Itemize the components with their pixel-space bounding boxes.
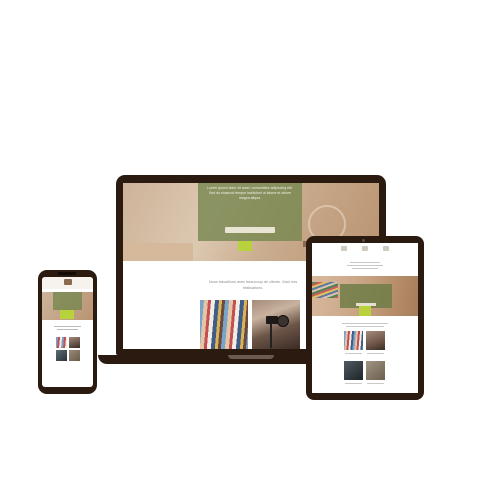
tablet-text-line bbox=[367, 383, 384, 384]
tablet-green-accent bbox=[359, 306, 371, 316]
phone-photo[interactable] bbox=[69, 337, 80, 348]
laptop-notch bbox=[228, 355, 274, 359]
tablet-camera bbox=[362, 239, 365, 242]
tablet-photo[interactable] bbox=[366, 331, 385, 350]
phone-speaker bbox=[58, 272, 76, 275]
phone-photo[interactable] bbox=[56, 350, 67, 361]
tablet-nav-item[interactable] bbox=[334, 245, 354, 259]
tablet-text-line bbox=[345, 383, 362, 384]
laptop-hero-text: Lorem ipsum dolor sit amet, consectetur … bbox=[207, 186, 293, 201]
laptop-hero-cards-image bbox=[123, 243, 193, 261]
phone-logo bbox=[64, 279, 72, 285]
tablet-text-line bbox=[350, 262, 380, 263]
camera-tripod bbox=[270, 324, 272, 348]
phone-screen bbox=[42, 277, 93, 387]
phone-hero-card bbox=[53, 292, 82, 310]
tablet-nav-item[interactable] bbox=[376, 245, 396, 259]
laptop-photo-camera[interactable] bbox=[252, 300, 300, 349]
tablet-text-line bbox=[345, 353, 362, 354]
camera-lens bbox=[277, 315, 289, 327]
laptop-hero-card: Lorem ipsum dolor sit amet, consectetur … bbox=[198, 183, 302, 241]
phone-photo[interactable] bbox=[56, 337, 67, 348]
tablet-text-line bbox=[346, 326, 384, 327]
laptop-photo-clothes[interactable] bbox=[200, 300, 248, 349]
tablet-nav-item[interactable] bbox=[355, 245, 375, 259]
tablet-text-line bbox=[367, 353, 384, 354]
nav-icon bbox=[362, 246, 368, 251]
tablet-text-line bbox=[352, 268, 378, 269]
phone-text-line bbox=[57, 329, 78, 330]
phone-header bbox=[42, 277, 93, 289]
phone-photo[interactable] bbox=[69, 350, 80, 361]
laptop-hero-button[interactable] bbox=[225, 227, 275, 233]
laptop-intro-text: Nous travaillons avec beaucoup de client… bbox=[208, 280, 298, 290]
tablet-photo[interactable] bbox=[344, 331, 363, 350]
tablet-screen bbox=[312, 243, 418, 393]
tablet-photo[interactable] bbox=[344, 361, 363, 380]
tablet-hero-card bbox=[340, 284, 392, 308]
nav-icon bbox=[341, 246, 347, 251]
laptop-hero-green-accent bbox=[238, 241, 252, 251]
nav-icon bbox=[383, 246, 389, 251]
tablet-photo[interactable] bbox=[366, 361, 385, 380]
tablet-hero bbox=[312, 276, 418, 316]
phone-green-accent bbox=[60, 310, 74, 319]
tablet-text-line bbox=[347, 265, 383, 266]
tablet-text-line bbox=[342, 323, 388, 324]
tablet-hero-pens-image bbox=[312, 282, 338, 298]
phone-photo-grid bbox=[56, 337, 80, 361]
phone-text-line bbox=[54, 326, 81, 327]
